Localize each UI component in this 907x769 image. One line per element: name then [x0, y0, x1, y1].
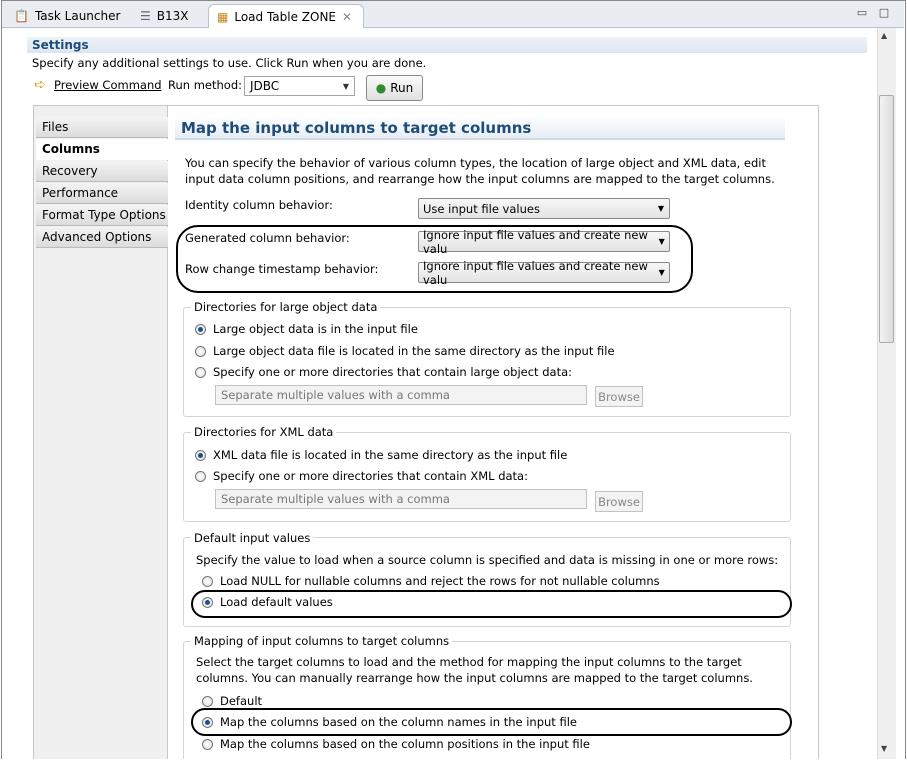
- preview-command-link[interactable]: Preview Command: [54, 78, 162, 92]
- defaults-option-null[interactable]: Load NULL for nullable columns and rejec…: [202, 574, 660, 588]
- default-values-title: Default input values: [191, 531, 314, 545]
- run-method-select[interactable]: JDBC ▼: [244, 76, 355, 96]
- run-button[interactable]: ● Run: [366, 75, 423, 101]
- nav-item-columns[interactable]: Columns: [36, 139, 168, 160]
- lob-option-same-dir[interactable]: Large object data file is located in the…: [195, 344, 615, 358]
- tab-task-launcher[interactable]: 📋 Task Launcher: [6, 4, 128, 27]
- identity-label: Identity column behavior:: [185, 198, 333, 212]
- default-values-description: Specify the value to load when a source …: [196, 553, 779, 567]
- table-icon: ▦: [217, 9, 229, 24]
- identity-select[interactable]: Use input file values ▼: [418, 198, 670, 219]
- bottom-edge: [0, 759, 907, 769]
- nav-item-performance[interactable]: Performance: [36, 183, 168, 204]
- run-method-label: Run method:: [168, 78, 242, 92]
- tab-b13x[interactable]: ☰ B13X: [132, 4, 197, 27]
- scrollbar-thumb[interactable]: [879, 95, 894, 343]
- mapping-title: Mapping of input columns to target colum…: [191, 634, 453, 648]
- mapping-option-positions[interactable]: Map the columns based on the column posi…: [202, 737, 590, 751]
- nav-item-recovery[interactable]: Recovery: [36, 161, 168, 182]
- chevron-down-icon: ▼: [342, 81, 350, 91]
- lob-directories-input[interactable]: Separate multiple values with a comma: [215, 385, 587, 405]
- scroll-down-icon[interactable]: ▼: [881, 744, 887, 753]
- document-icon: ☰: [140, 8, 151, 23]
- page-title: Map the input columns to target columns: [175, 116, 785, 140]
- highlight-oval: [191, 590, 792, 618]
- tab-bar: 📋 Task Launcher ☰ B13X ▦ Load Table ZONE ✕ ▭…: [2, 1, 904, 28]
- nav-item-format-type-options[interactable]: Format Type Options: [36, 205, 168, 226]
- scroll-up-icon[interactable]: ▲: [881, 31, 887, 40]
- lob-group-title: Directories for large object data: [191, 300, 381, 314]
- highlight-oval: [176, 225, 693, 293]
- lob-option-in-file[interactable]: Large object data is in the input file: [195, 322, 418, 336]
- play-icon: ●: [375, 81, 387, 95]
- mapping-description: Select the target columns to load and th…: [196, 655, 753, 685]
- tab-load-table-zone[interactable]: ▦ Load Table ZONE ✕: [208, 4, 364, 28]
- mapping-option-default[interactable]: Default: [202, 694, 262, 708]
- columns-description: You can specify the behavior of various …: [185, 156, 775, 186]
- close-icon[interactable]: ✕: [342, 10, 352, 24]
- maximize-icon[interactable]: □: [878, 7, 890, 19]
- lob-browse-button[interactable]: Browse: [595, 386, 643, 407]
- xml-option-specify[interactable]: Specify one or more directories that con…: [195, 469, 528, 483]
- xml-group-title: Directories for XML data: [191, 425, 337, 439]
- preview-icon: ➪: [34, 77, 46, 93]
- xml-directories-input[interactable]: Separate multiple values with a comma: [215, 489, 587, 509]
- settings-header: Settings: [27, 37, 867, 53]
- highlight-oval: [191, 708, 792, 736]
- nav-item-files[interactable]: Files: [36, 117, 168, 138]
- nav-item-advanced-options[interactable]: Advanced Options: [36, 227, 168, 248]
- settings-description: Specify any additional settings to use. …: [32, 56, 427, 70]
- xml-browse-button[interactable]: Browse: [595, 491, 643, 512]
- chevron-down-icon: ▼: [657, 204, 665, 213]
- minimize-icon[interactable]: ▭: [856, 7, 868, 19]
- clipboard-icon: 📋: [14, 8, 29, 23]
- lob-option-specify[interactable]: Specify one or more directories that con…: [195, 365, 572, 379]
- xml-option-same-dir[interactable]: XML data file is located in the same dir…: [195, 448, 567, 462]
- settings-nav: Files Columns Recovery Performance Forma…: [33, 105, 168, 760]
